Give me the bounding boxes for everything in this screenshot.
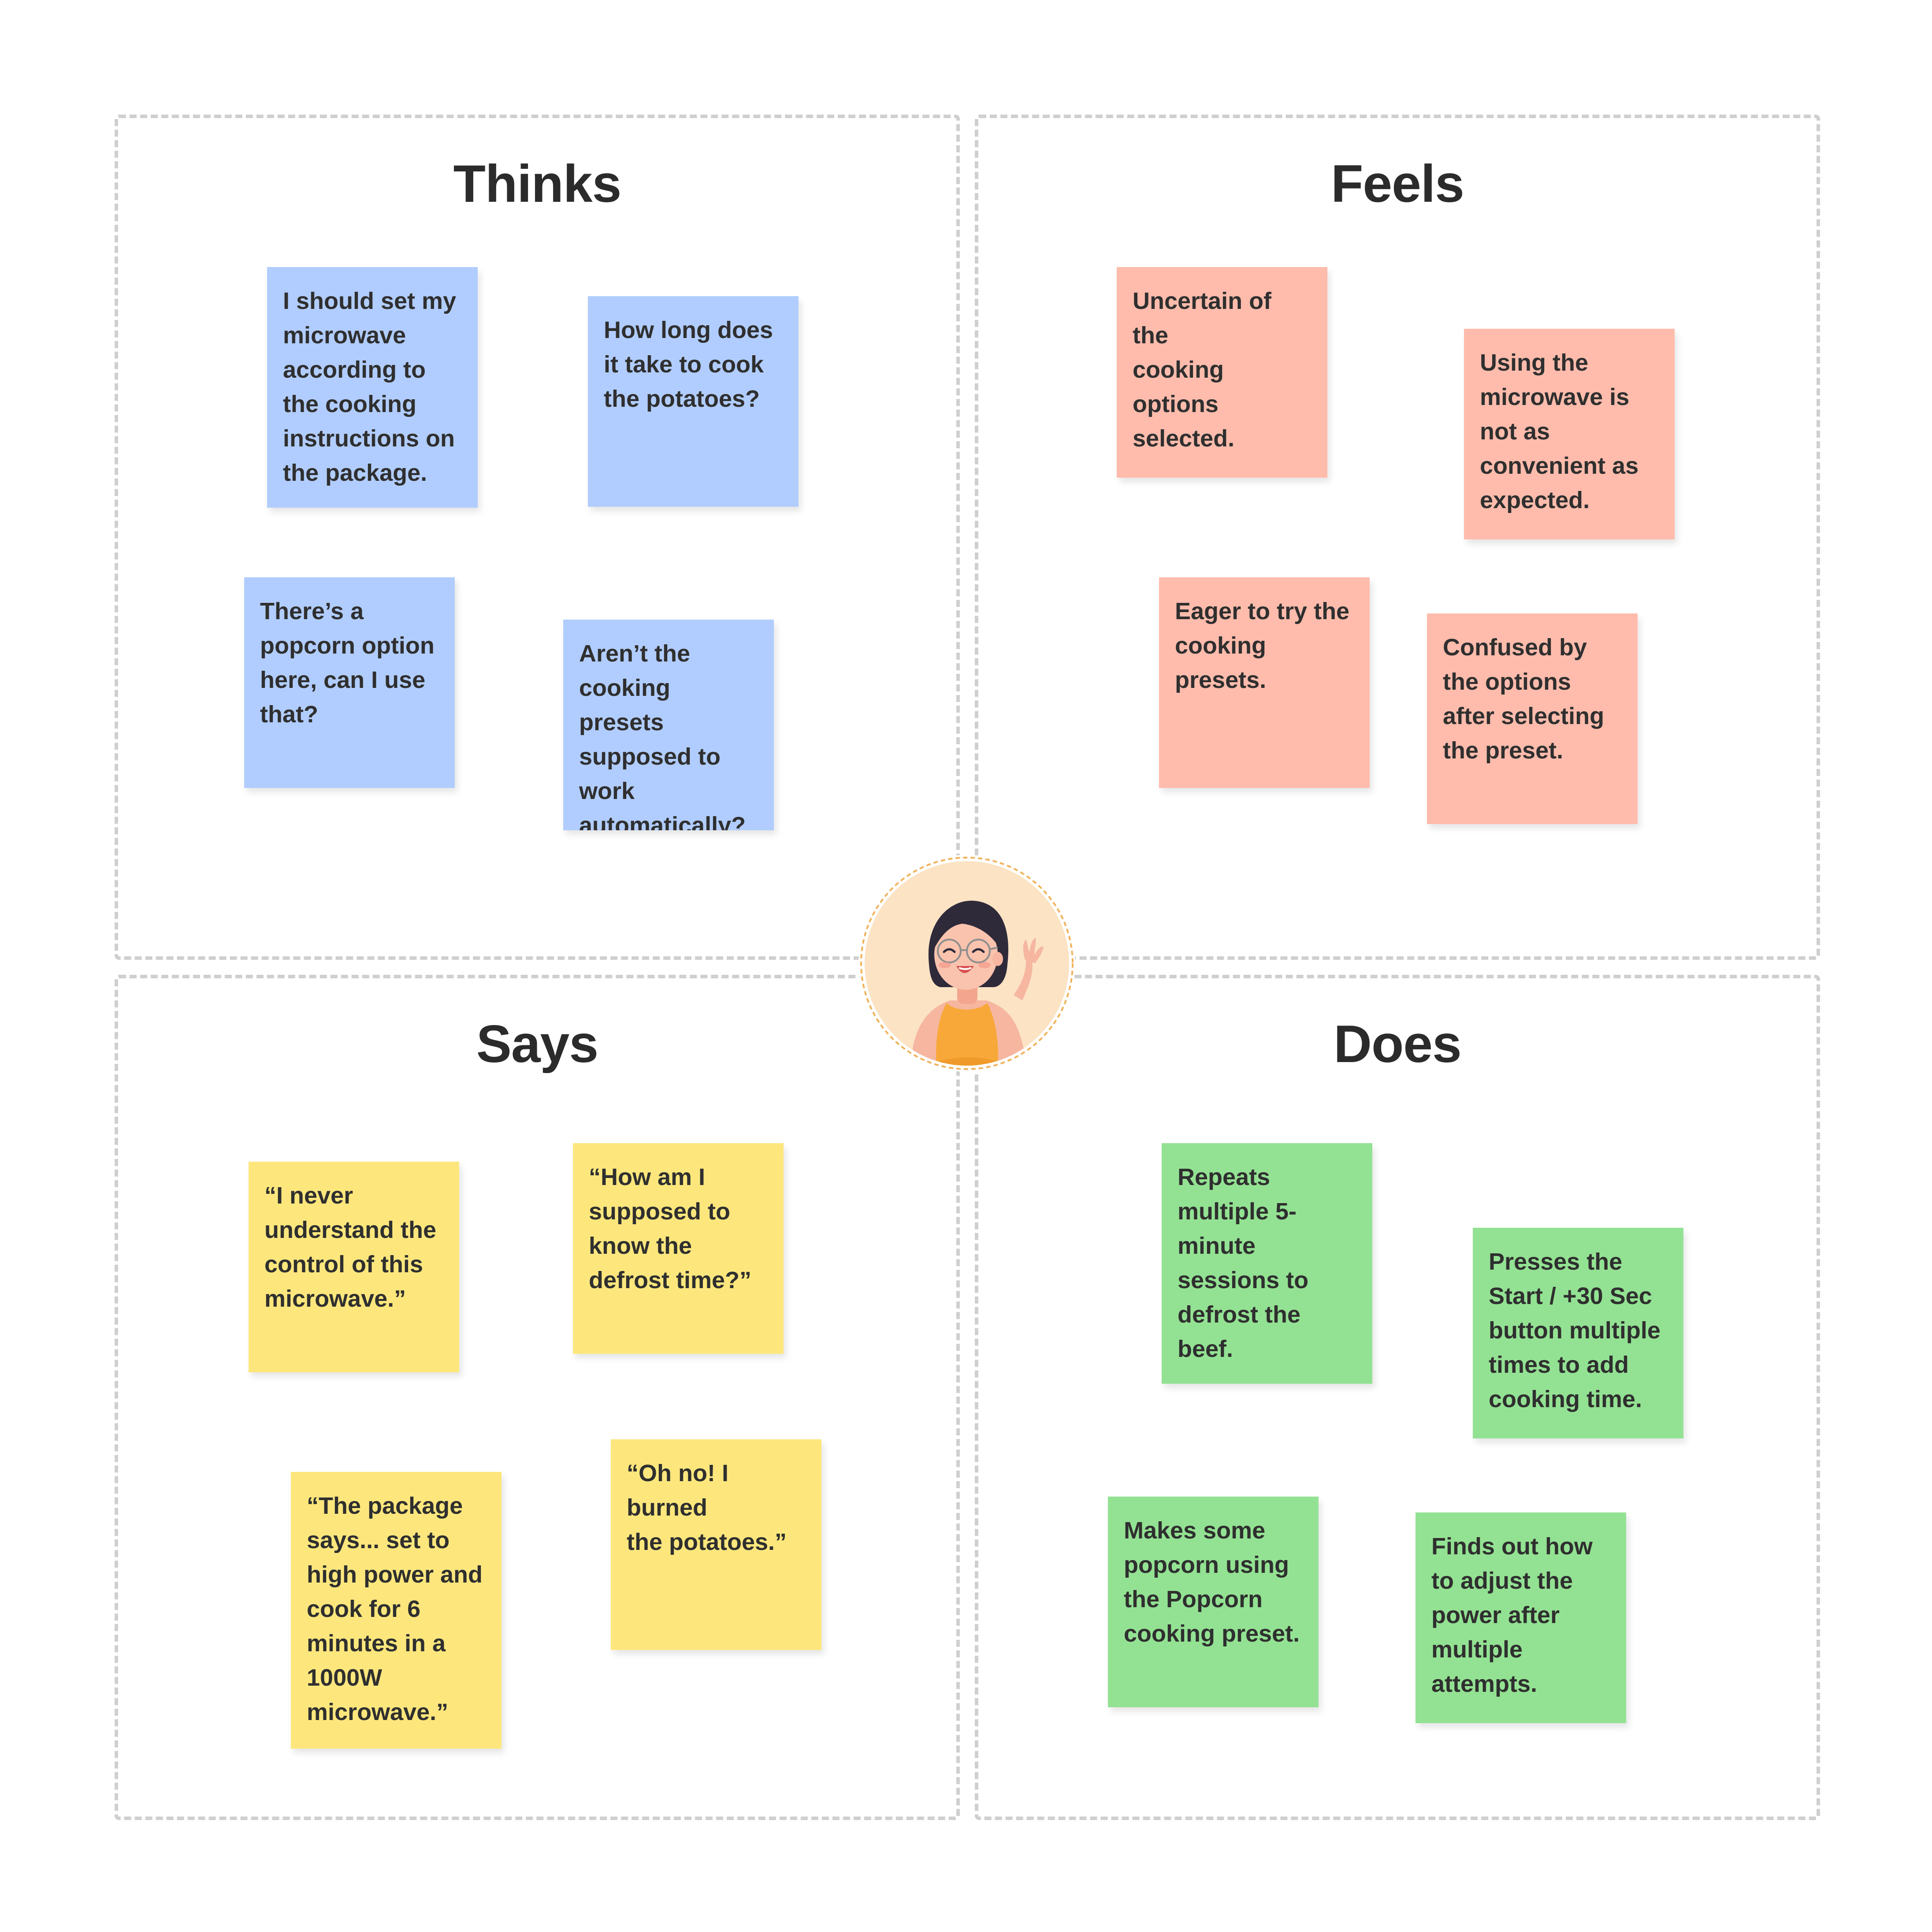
waving-woman-avatar-icon xyxy=(860,857,1074,1070)
quadrant-title-does: Does xyxy=(1334,1014,1461,1074)
sticky-note-says[interactable]: “How am I supposed to know the defrost t… xyxy=(573,1143,784,1354)
persona-avatar xyxy=(858,855,1075,1072)
sticky-note-thinks[interactable]: Aren’t the cooking presets supposed to w… xyxy=(563,620,774,830)
quadrant-thinks: Thinks xyxy=(115,115,960,960)
quadrant-title-thinks: Thinks xyxy=(453,154,622,213)
sticky-note-feels[interactable]: Using the microwave is not as convenient… xyxy=(1464,329,1675,539)
sticky-note-does[interactable]: Finds out how to adjust the power after … xyxy=(1416,1512,1626,1723)
sticky-note-says[interactable]: “Oh no! I burned the potatoes.” xyxy=(611,1439,821,1650)
sticky-note-thinks[interactable]: How long does it take to cook the potato… xyxy=(588,296,799,507)
sticky-note-feels[interactable]: Confused by the options after selecting … xyxy=(1427,613,1638,824)
quadrant-feels: Feels xyxy=(975,115,1820,960)
quadrant-says: Says xyxy=(115,975,960,1820)
sticky-note-says[interactable]: “The package says... set to high power a… xyxy=(291,1472,502,1749)
sticky-note-says[interactable]: “I never understand the control of this … xyxy=(249,1162,459,1372)
quadrant-title-feels: Feels xyxy=(1331,154,1464,213)
sticky-note-does[interactable]: Presses the Start / +30 Sec button multi… xyxy=(1473,1228,1683,1438)
quadrant-does: Does xyxy=(975,975,1820,1820)
sticky-note-does[interactable]: Makes some popcorn using the Popcorn coo… xyxy=(1108,1497,1319,1707)
sticky-note-thinks[interactable]: There’s a popcorn option here, can I use… xyxy=(244,577,455,788)
sticky-note-does[interactable]: Repeats multiple 5- minute sessions to d… xyxy=(1162,1143,1372,1384)
sticky-note-feels[interactable]: Eager to try the cooking presets. xyxy=(1159,577,1370,788)
quadrant-title-says: Says xyxy=(476,1014,598,1074)
sticky-note-thinks[interactable]: I should set my microwave according to t… xyxy=(267,267,478,508)
sticky-note-feels[interactable]: Uncertain of the cooking options selecte… xyxy=(1117,267,1327,478)
